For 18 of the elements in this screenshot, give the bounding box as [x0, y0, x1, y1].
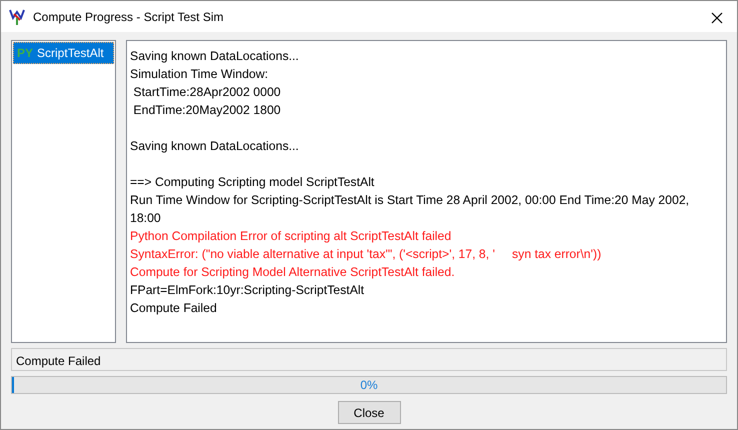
- error-line: Python Compilation Error of scripting alt ScriptTestAlt failed: [130, 228, 452, 245]
- log-line: ==> Computing Scripting model ScriptTestAlt: [130, 174, 376, 191]
- log-line: FPart=ElmFork:10yr:Scripting-ScriptTestAlt: [130, 282, 366, 299]
- log-line: Compute Failed: [130, 300, 218, 317]
- log-line: StartTime:28Apr2002 0000: [132, 84, 282, 101]
- app-icon: [9, 8, 25, 26]
- log-line: Run Time Window for Scripting-ScriptTestAlt is Start Time 28 April 2002, 00:00 End Time:20 May 2002, 18:00: [130, 192, 690, 227]
- error-line: SyntaxError: ("no viable alternative at input 'tax'", ('<script>', 17, 8, ' syn tax error\n')): [130, 246, 602, 263]
- error-line: Compute for Scripting Model Alternative ScriptTestAlt failed.: [130, 264, 456, 281]
- log-line: Simulation Time Window:: [130, 66, 270, 83]
- status-field: Compute Failed: [11, 348, 727, 371]
- close-button[interactable]: Close: [338, 401, 400, 424]
- log-line: Saving known DataLocations...: [130, 138, 300, 155]
- log-line: EndTime:20May2002 1800: [132, 102, 282, 119]
- window-title: Compute Progress - Script Test Sim: [33, 8, 224, 26]
- alternative-item[interactable]: PY ScriptTestAlt: [13, 42, 114, 64]
- progress-reading: 0%: [360, 377, 378, 393]
- log-line: Saving known DataLocations...: [130, 48, 300, 65]
